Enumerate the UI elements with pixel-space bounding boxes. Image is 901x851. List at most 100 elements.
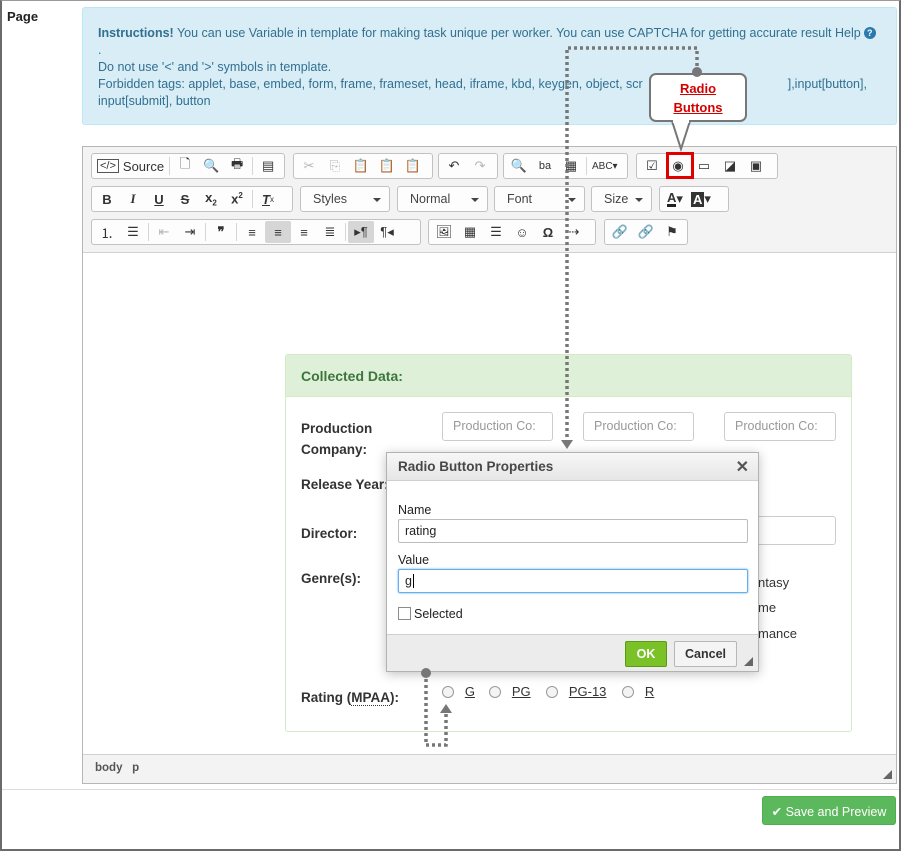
source-button[interactable]: </> Source <box>94 155 167 177</box>
panel-title: Collected Data: <box>286 355 851 397</box>
editor-statusbar: body p <box>83 754 896 783</box>
instructions-line3b: ],input[button], <box>787 77 867 91</box>
text-color-icon[interactable]: A ▾ <box>662 188 688 210</box>
dialog-resize-handle[interactable] <box>744 657 753 666</box>
copy-icon[interactable]: ⎘ <box>322 155 348 177</box>
genre-option-crime[interactable]: me <box>758 600 776 615</box>
bold-icon[interactable]: B <box>94 188 120 210</box>
rating-option-pg13[interactable]: PG-13 <box>546 684 606 699</box>
production-company-input-3[interactable]: Production Co: <box>724 412 836 441</box>
size-dropdown[interactable]: Size <box>591 186 652 212</box>
horizontal-rule-icon[interactable]: ☰ <box>483 221 509 243</box>
rating-option-r[interactable]: R <box>622 684 654 699</box>
path-p[interactable]: p <box>132 762 139 774</box>
cut-icon[interactable]: ✂ <box>296 155 322 177</box>
toolbar-group-clipboard: ✂ ⎘ 📋 📋 📋 <box>293 153 433 179</box>
radio-pg[interactable] <box>489 686 501 698</box>
divider <box>2 789 899 790</box>
resize-handle[interactable] <box>883 770 892 779</box>
replace-icon[interactable]: ba <box>532 155 558 177</box>
spellcheck-icon[interactable]: ABC▾ <box>589 155 621 177</box>
path-body[interactable]: body <box>95 762 122 774</box>
rating-option-pg[interactable]: PG <box>489 684 531 699</box>
editor-toolbar: </> Source 🗋 🔍 🖶 ▤ ✂ ⎘ 📋 📋 📋 ↶ ↷ 🔍 ba ▦ A… <box>83 147 896 253</box>
radio-r[interactable] <box>622 686 634 698</box>
source-icon: </> <box>97 159 119 173</box>
find-icon[interactable]: 🔍 <box>506 155 532 177</box>
value-field[interactable]: g <box>398 569 748 593</box>
paste-word-icon[interactable]: 📋 <box>400 155 426 177</box>
instructions-line2: Do not use '<' and '>' symbols in templa… <box>98 60 332 74</box>
image-icon[interactable]: 🖼 <box>431 221 457 243</box>
ltr-icon[interactable]: ▸¶ <box>348 221 374 243</box>
radio-g[interactable] <box>442 686 454 698</box>
subscript-icon[interactable]: x2 <box>198 188 224 210</box>
superscript-icon[interactable]: x2 <box>224 188 250 210</box>
instructions-dot: . <box>98 43 102 57</box>
align-center-icon[interactable]: ≡ <box>265 221 291 243</box>
name-field[interactable]: rating <box>398 519 748 543</box>
numbered-list-icon[interactable]: ⒈ <box>94 221 120 243</box>
production-company-input-2[interactable]: Production Co: <box>583 412 694 441</box>
smiley-icon[interactable]: ☺ <box>509 221 535 243</box>
text-field-icon[interactable]: ▭ <box>691 155 717 177</box>
genre-option-romance[interactable]: mance <box>758 626 797 641</box>
underline-icon[interactable]: U <box>146 188 172 210</box>
instructions-title: Instructions! <box>98 26 174 40</box>
radio-buttons-callout: Radio Buttons <box>649 73 747 122</box>
help-icon[interactable]: ? <box>863 27 876 39</box>
table-icon[interactable]: ▦ <box>457 221 483 243</box>
preview-icon[interactable]: 🔍 <box>198 155 224 177</box>
print-icon[interactable]: 🖶 <box>224 155 250 177</box>
dialog-footer: OK Cancel <box>387 634 758 671</box>
undo-icon[interactable]: ↶ <box>441 155 467 177</box>
selected-checkbox[interactable]: Selected <box>398 607 463 621</box>
select-all-icon[interactable]: ▦ <box>558 155 584 177</box>
value-label: Value <box>398 553 430 567</box>
paste-text-icon[interactable]: 📋 <box>374 155 400 177</box>
help-link[interactable]: Help <box>835 26 861 40</box>
align-left-icon[interactable]: ≡ <box>239 221 265 243</box>
genre-option-fantasy[interactable]: ntasy <box>758 575 789 590</box>
justify-icon[interactable]: ≣ <box>317 221 343 243</box>
genres-label: Genre(s): <box>301 571 362 586</box>
release-year-label: Release Year: <box>301 477 389 492</box>
toolbar-group-find: 🔍 ba ▦ ABC▾ <box>503 153 628 179</box>
ok-button[interactable]: OK <box>625 641 667 667</box>
cancel-button[interactable]: Cancel <box>674 641 737 667</box>
link-icon[interactable]: 🔗 <box>607 221 633 243</box>
bulleted-list-icon[interactable]: ☰ <box>120 221 146 243</box>
italic-icon[interactable]: I <box>120 188 146 210</box>
styles-dropdown[interactable]: Styles <box>300 186 390 212</box>
radio-button-highlight <box>666 152 694 179</box>
outdent-icon[interactable]: ⇤ <box>151 221 177 243</box>
special-char-icon[interactable]: Ω <box>535 221 561 243</box>
align-right-icon[interactable]: ≡ <box>291 221 317 243</box>
page-break-icon[interactable]: ⇢ <box>561 221 587 243</box>
dialog-title: Radio Button Properties ✕ <box>387 453 758 481</box>
toolbar-group-links: 🔗 🔗 ⚑ <box>604 219 688 245</box>
redo-icon[interactable]: ↷ <box>467 155 493 177</box>
close-icon[interactable]: ✕ <box>736 457 749 477</box>
strike-icon[interactable]: S <box>172 188 198 210</box>
rtl-icon[interactable]: ¶◂ <box>374 221 400 243</box>
select-field-icon[interactable]: ▣ <box>743 155 769 177</box>
blockquote-icon[interactable]: ❞ <box>208 221 234 243</box>
new-page-icon[interactable]: 🗋 <box>172 155 198 177</box>
textarea-icon[interactable]: ◪ <box>717 155 743 177</box>
templates-icon[interactable]: ▤ <box>255 155 281 177</box>
remove-format-icon[interactable]: Tx <box>255 188 281 210</box>
unlink-icon[interactable]: 🔗 <box>633 221 659 243</box>
radio-pg13[interactable] <box>546 686 558 698</box>
director-input[interactable] <box>756 516 836 545</box>
checkbox-icon[interactable]: ☑ <box>639 155 665 177</box>
anchor-icon[interactable]: ⚑ <box>659 221 685 243</box>
indent-icon[interactable]: ⇥ <box>177 221 203 243</box>
font-dropdown[interactable]: Font <box>494 186 585 212</box>
background-color-icon[interactable]: A ▾ <box>688 188 714 210</box>
rating-option-g[interactable]: G <box>442 684 475 699</box>
format-dropdown[interactable]: Normal <box>397 186 488 212</box>
save-and-preview-button[interactable]: ✔ Save and Preview <box>762 796 896 825</box>
paste-icon[interactable]: 📋 <box>348 155 374 177</box>
production-company-input-1[interactable]: Production Co: <box>442 412 553 441</box>
